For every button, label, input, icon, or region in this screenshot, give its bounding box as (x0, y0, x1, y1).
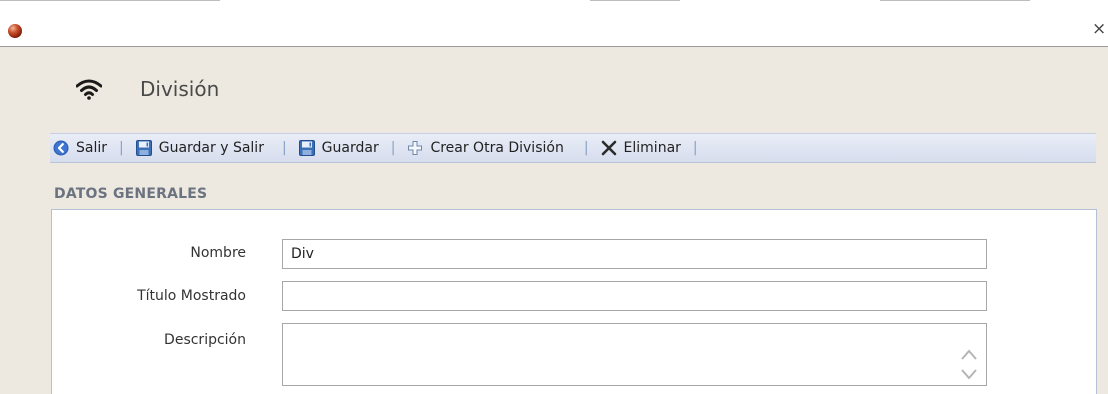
scroll-up-icon[interactable] (960, 348, 978, 362)
guardar-y-salir-label: Guardar y Salir (158, 140, 264, 156)
toolbar-separator: | (281, 140, 287, 156)
wifi-icon (76, 79, 102, 100)
action-toolbar: Salir | Guardar y Salir | Guardar | Crea… (50, 133, 1096, 163)
titulo-mostrado-field[interactable] (282, 281, 987, 311)
page-title: División (140, 77, 220, 101)
nombre-label: Nombre (190, 245, 246, 261)
app-orb-icon (8, 24, 22, 38)
delete-x-icon (601, 140, 616, 156)
salir-label: Salir (76, 140, 108, 156)
close-icon[interactable]: × (1092, 19, 1106, 39)
toolbar-separator: | (390, 140, 396, 156)
dialog-window: × División Salir | Guardar y Salir | Gua… (0, 0, 1108, 394)
guardar-button[interactable]: Guardar (298, 140, 379, 156)
title-bar: × (0, 6, 1108, 47)
descripcion-textarea[interactable] (282, 323, 987, 386)
save-icon (298, 140, 315, 156)
nombre-field[interactable]: Div (282, 239, 987, 269)
eliminar-button[interactable]: Eliminar (601, 140, 681, 156)
guardar-y-salir-button[interactable]: Guardar y Salir (135, 140, 264, 156)
add-plus-icon (408, 141, 423, 155)
toolbar-separator: | (692, 140, 698, 156)
descripcion-label: Descripción (164, 332, 246, 348)
salir-button[interactable]: Salir (53, 140, 107, 156)
form-panel: Nombre Div Título Mostrado Descripción (51, 209, 1097, 394)
toolbar-separator: | (583, 140, 589, 156)
back-arrow-icon (53, 140, 69, 156)
scroll-down-icon[interactable] (960, 367, 978, 381)
crear-otra-division-label: Crear Otra División (430, 140, 564, 156)
section-title: DATOS GENERALES (54, 186, 208, 202)
dialog-body: División Salir | Guardar y Salir | Guard… (0, 47, 1108, 394)
titulo-mostrado-label: Título Mostrado (137, 288, 246, 304)
crear-otra-division-button[interactable]: Crear Otra División (407, 140, 564, 156)
save-icon (135, 140, 152, 156)
guardar-label: Guardar (321, 140, 379, 156)
toolbar-separator: | (119, 140, 124, 156)
eliminar-label: Eliminar (623, 140, 681, 156)
